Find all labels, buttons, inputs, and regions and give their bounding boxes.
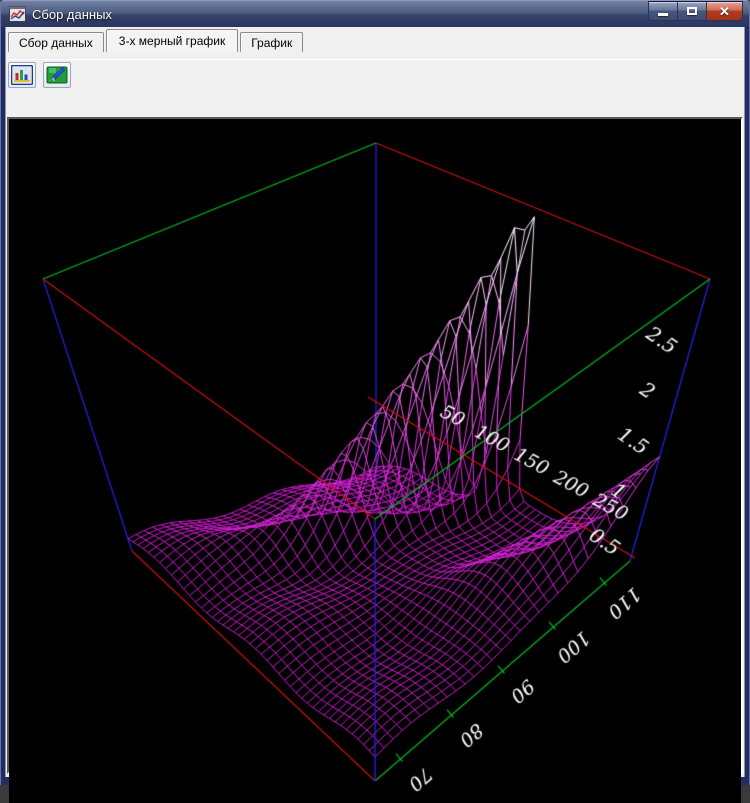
close-icon: ✕: [719, 5, 730, 18]
app-window: Сбор данных ✕ Сбор данных3-х мерный граф…: [0, 0, 750, 785]
plot-area: [7, 117, 743, 774]
close-button[interactable]: ✕: [707, 1, 743, 21]
tab-page-3d-graph: [7, 59, 743, 774]
minimize-button[interactable]: [648, 1, 678, 21]
title-bar[interactable]: Сбор данных ✕: [1, 1, 749, 27]
maximize-button[interactable]: [678, 1, 707, 21]
tab-graph[interactable]: График: [240, 32, 303, 52]
client-area: Сбор данных3-х мерный графикГрафик: [5, 27, 745, 777]
edit-plot-button[interactable]: [43, 62, 71, 88]
tab-data-collection[interactable]: Сбор данных: [8, 32, 104, 52]
tab-3d-graph[interactable]: 3-х мерный график: [106, 29, 238, 52]
bar-chart-button[interactable]: [8, 62, 36, 88]
surface-plot-canvas[interactable]: [9, 119, 741, 803]
toolbar: [7, 60, 743, 90]
tab-strip: Сбор данных3-х мерный графикГрафик: [5, 27, 745, 55]
image-pencil-icon: [46, 65, 68, 85]
window-title: Сбор данных: [32, 7, 648, 22]
app-chart-icon: [9, 6, 26, 22]
maximize-icon: [687, 7, 697, 15]
minimize-icon: [658, 13, 668, 16]
bar-chart-icon: [11, 65, 33, 85]
